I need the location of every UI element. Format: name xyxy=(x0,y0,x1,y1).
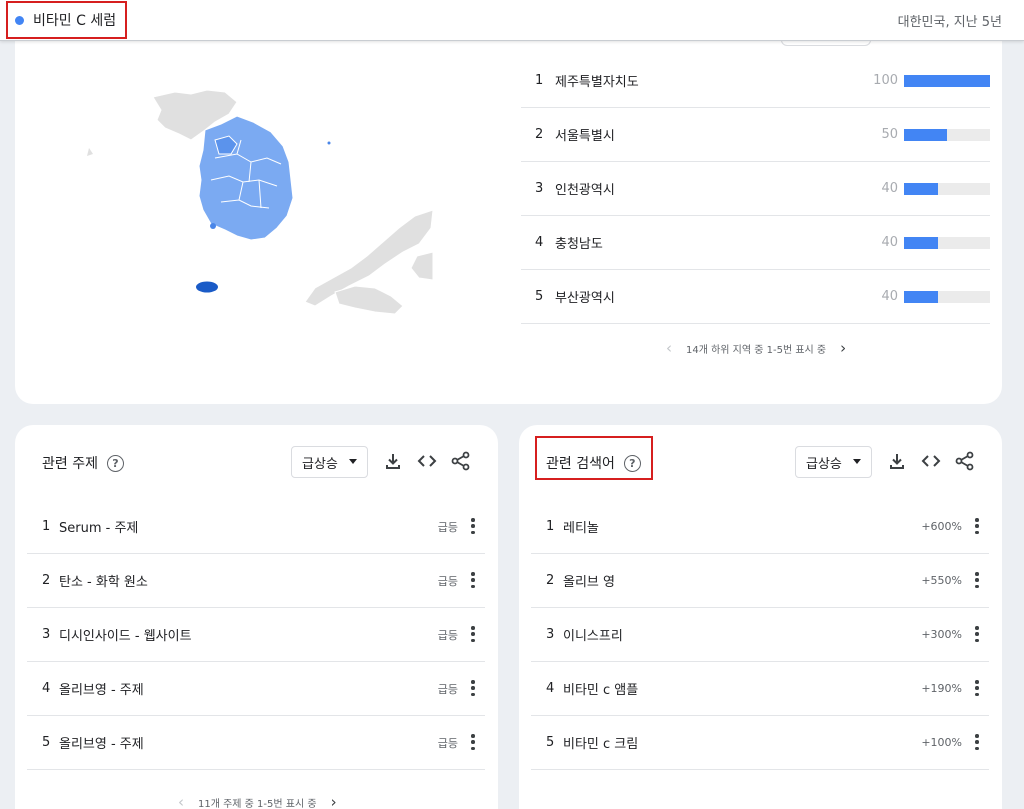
chevron-left-icon[interactable]: ‹ xyxy=(178,795,184,809)
region-bar xyxy=(904,128,990,141)
region-bar xyxy=(904,182,990,195)
list-item[interactable]: 1 레티놀 +600% xyxy=(531,500,989,554)
more-vert-icon[interactable] xyxy=(975,518,979,534)
more-vert-icon[interactable] xyxy=(471,518,475,534)
map-jeju xyxy=(196,281,218,293)
related-queries-card: 관련 검색어 ? 급상승 1 레티놀 +600% 2 올리브 영 +550% 3… xyxy=(519,425,1002,809)
related-topics-title: 관련 주제 ? xyxy=(42,453,124,473)
list-item[interactable]: 1 Serum - 주제 급등 xyxy=(27,500,485,554)
search-term: 비타민 C 세럼 xyxy=(33,13,117,29)
region-period-label: 대한민국, 지난 5년 xyxy=(897,15,1002,30)
interest-by-region-card: 1 제주특별자치도 100 2 서울특별시 50 3 인천광역시 40 4 충청… xyxy=(15,30,1002,404)
chevron-right-icon[interactable]: › xyxy=(840,341,846,356)
topics-pagination: ‹ 11개 주제 중 1-5번 표시 중 › xyxy=(178,795,337,809)
list-item[interactable]: 2 탄소 - 화학 원소 급등 xyxy=(27,554,485,608)
region-map[interactable] xyxy=(15,30,445,330)
region-row[interactable]: 2 서울특별시 50 xyxy=(521,108,990,162)
region-bar xyxy=(904,74,990,87)
more-vert-icon[interactable] xyxy=(471,680,475,696)
top-bar: 비타민 C 세럼 대한민국, 지난 5년 xyxy=(0,0,1024,41)
embed-code-icon[interactable] xyxy=(417,451,437,471)
caret-down-icon xyxy=(349,459,357,464)
region-row[interactable]: 5 부산광역시 40 xyxy=(521,270,990,324)
more-vert-icon[interactable] xyxy=(471,572,475,588)
more-vert-icon[interactable] xyxy=(975,626,979,642)
region-row[interactable]: 4 충청남도 40 xyxy=(521,216,990,270)
caret-down-icon xyxy=(853,459,861,464)
download-icon[interactable] xyxy=(383,451,403,471)
map-south-korea xyxy=(198,115,294,241)
region-bar xyxy=(904,290,990,303)
topics-pagination-label: 11개 주제 중 1-5번 표시 중 xyxy=(198,799,317,809)
region-pagination-label: 14개 하위 지역 중 1-5번 표시 중 xyxy=(686,345,827,356)
region-row[interactable]: 3 인천광역시 40 xyxy=(521,162,990,216)
topics-filter-dropdown[interactable]: 급상승 xyxy=(291,446,368,478)
region-list: 1 제주특별자치도 100 2 서울특별시 50 3 인천광역시 40 4 충청… xyxy=(521,54,990,324)
related-queries-list: 1 레티놀 +600% 2 올리브 영 +550% 3 이니스프리 +300% … xyxy=(531,500,989,770)
share-icon[interactable] xyxy=(451,451,471,471)
list-item[interactable]: 5 올리브영 - 주제 급등 xyxy=(27,716,485,770)
region-pagination: ‹ 14개 하위 지역 중 1-5번 표시 중 › xyxy=(666,341,846,357)
region-bar xyxy=(904,236,990,249)
more-vert-icon[interactable] xyxy=(975,572,979,588)
related-topics-list: 1 Serum - 주제 급등 2 탄소 - 화학 원소 급등 3 디시인사이드… xyxy=(27,500,485,770)
more-vert-icon[interactable] xyxy=(471,626,475,642)
list-item[interactable]: 4 올리브영 - 주제 급등 xyxy=(27,662,485,716)
region-row[interactable]: 1 제주특별자치도 100 xyxy=(521,54,990,108)
download-icon[interactable] xyxy=(887,451,907,471)
list-item[interactable]: 3 이니스프리 +300% xyxy=(531,608,989,662)
series-color-dot xyxy=(15,15,24,25)
search-term-chip[interactable]: 비타민 C 세럼 xyxy=(6,1,127,39)
queries-filter-dropdown[interactable]: 급상승 xyxy=(795,446,872,478)
list-item[interactable]: 3 디시인사이드 - 웹사이트 급등 xyxy=(27,608,485,662)
more-vert-icon[interactable] xyxy=(471,734,475,750)
help-icon[interactable]: ? xyxy=(106,454,124,472)
chevron-left-icon[interactable]: ‹ xyxy=(666,341,672,356)
related-topics-card: 관련 주제 ? 급상승 1 Serum - 주제 급등 2 탄소 - 화학 원소… xyxy=(15,425,498,809)
help-icon[interactable]: ? xyxy=(623,454,641,472)
more-vert-icon[interactable] xyxy=(975,734,979,750)
chevron-right-icon[interactable]: › xyxy=(331,795,337,809)
related-queries-title: 관련 검색어 ? xyxy=(546,453,641,473)
list-item[interactable]: 2 올리브 영 +550% xyxy=(531,554,989,608)
embed-code-icon[interactable] xyxy=(921,451,941,471)
more-vert-icon[interactable] xyxy=(975,680,979,696)
share-icon[interactable] xyxy=(955,451,975,471)
list-item[interactable]: 5 비타민 c 크림 +100% xyxy=(531,716,989,770)
list-item[interactable]: 4 비타민 c 앰플 +190% xyxy=(531,662,989,716)
